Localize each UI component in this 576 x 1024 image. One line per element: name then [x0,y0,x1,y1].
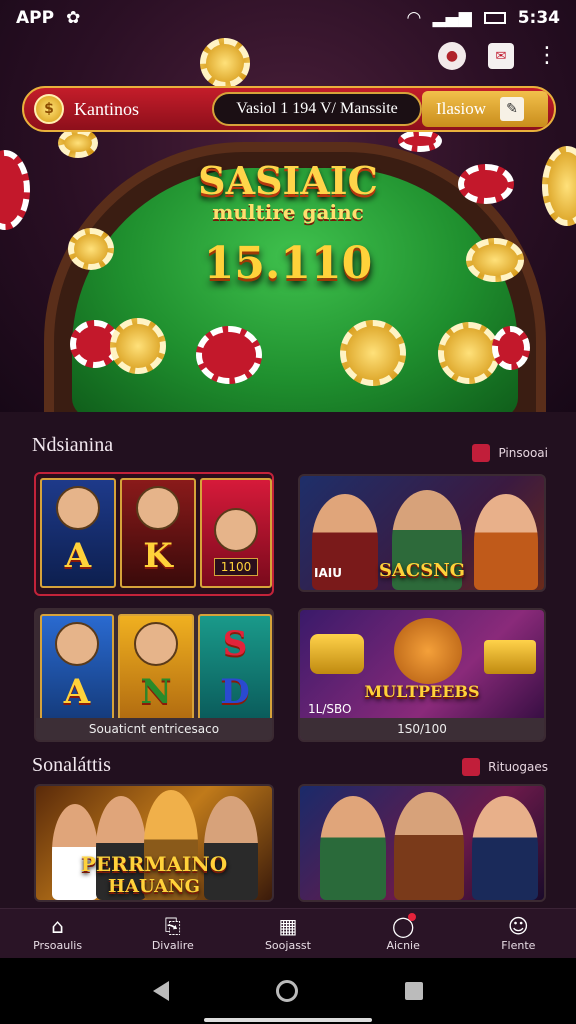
poker-chip [340,320,406,386]
nav-item-saved[interactable]: ⎘ Divalire [128,915,218,952]
tiger-mascot [394,618,462,684]
slot-tile: K [120,478,196,588]
trumpet-icon [310,634,364,674]
slot-tile: A [40,614,114,724]
ticket-icon [484,640,536,674]
bet-button[interactable]: Ilasiow ✎ [422,91,548,127]
bottom-navigation: ⌂ Prsoaulis ⎘ Divalire ▦ Soojasst ◯ Aicn… [0,908,576,958]
recent-apps-icon[interactable] [404,982,423,1000]
slot-tag: 1100 [213,558,259,576]
character-avatar [56,486,100,530]
game-card[interactable]: SACSNG IAIU [298,474,546,592]
card-caption: Souaticnt entricesaco [36,718,272,740]
nav-label: Aicnie [386,939,420,952]
grid-icon: ▦ [278,914,298,938]
nav-item-games[interactable]: ▦ Soojasst [243,915,333,952]
card-banner-text: MULTPEEBS [364,682,480,701]
nav-label: Divalire [151,939,194,952]
poker-chip [196,326,262,384]
slot-tile: 1100 [200,478,272,588]
slot-letter: A [63,672,91,712]
content-area: Ndsianina Pinsooai A K 1100 SACSNG IAIU … [0,412,576,908]
nav-item-home[interactable]: ⌂ Prsoaulis [13,915,103,952]
character-avatar [134,622,178,666]
slot-tile: A [40,478,116,588]
home-icon: ⌂ [51,914,64,938]
game-card[interactable]: PERRMAINO HAUANG [34,784,274,902]
card-caption: 1S0/100 [300,718,544,740]
more-menu-icon[interactable]: ⋮ [536,45,558,67]
bet-button-label: Ilasiow [436,99,487,118]
game-card[interactable]: A N S D Souaticnt entricesaco [34,608,274,742]
card-banner-text: HAUANG [108,876,200,897]
battery-icon [483,12,506,24]
section-see-all-link[interactable]: Pinsooai [472,444,548,462]
section-link-icon [472,444,491,462]
character-figure [320,796,386,900]
slot-tile: N [118,614,194,724]
back-icon[interactable] [153,981,170,1001]
section-title: Sonaláttis [32,754,111,776]
signal-icon: ▂▄▆ [432,8,472,28]
slot-letter: A [64,536,92,576]
clock: 5:34 [517,8,560,28]
game-card[interactable] [298,784,546,902]
chip-icon[interactable]: ● [438,42,466,70]
coin-stack [466,238,524,282]
section-title: Ndsianina [32,434,114,456]
section-link-label: Rituogaes [488,760,548,774]
app-logo-icon: ✿ [66,8,81,28]
system-navigation-bar [0,958,576,1024]
coin-icon: $ [34,94,64,124]
balance-display: Vasiol 1 194 V/ Manssite [212,92,422,126]
coin-stack [68,228,114,270]
game-card[interactable]: A K 1100 [34,472,274,596]
edit-icon: ✎ [500,97,525,121]
character-figure [472,796,538,900]
gesture-bar [204,1018,372,1022]
app-label: APP [16,8,55,28]
slot-letter: S [222,624,248,664]
people-icon: ☺ [507,914,529,938]
home-button-icon[interactable] [275,980,298,1002]
slot-tile: S D [198,614,272,724]
nav-item-friends[interactable]: ☺ Flente [473,915,563,952]
character-avatar [214,508,258,552]
status-bar: APP ✿ ◠ ▂▄▆ 5:34 [0,0,576,36]
game-header-bar: $ Kantinos Vasiol 1 194 V/ Manssite Ilas… [22,86,556,132]
decorative-chip [398,130,442,152]
nav-label: Soojasst [264,939,311,952]
top-actions: ● ✉ ⋮ [438,42,558,70]
decorative-coin [58,128,98,158]
card-tag: IAIU [314,566,342,580]
character-figure [394,792,464,900]
game-card[interactable]: MULTPEEBS 1L/SBO 1S0/100 [298,608,546,742]
nav-item-activity[interactable]: ◯ Aicnie [358,913,448,952]
nav-label: Prsoaulis [33,939,83,952]
slot-letter: D [220,672,250,712]
bookmark-icon: ⎘ [164,914,181,938]
card-tag: 1L/SBO [308,702,352,716]
notification-badge [408,913,417,921]
chip-stack [458,164,514,204]
slot-letter: K [143,536,173,576]
nav-label: Flente [501,939,536,952]
wifi-icon: ◠ [407,8,421,28]
character-avatar [136,486,180,530]
section-link-icon [462,758,481,776]
section-see-all-link[interactable]: Rituogaes [462,758,548,776]
card-banner-text: PERRMAINO [80,852,228,876]
section-link-label: Pinsooai [498,446,548,460]
poker-chip [110,318,166,374]
decorative-coin [200,38,250,88]
character-avatar [55,622,99,666]
poker-chip [492,326,530,370]
slot-letter: N [140,672,172,712]
poker-chip [438,322,500,384]
gift-icon[interactable]: ✉ [488,43,514,69]
game-name: Kantinos [74,98,139,119]
